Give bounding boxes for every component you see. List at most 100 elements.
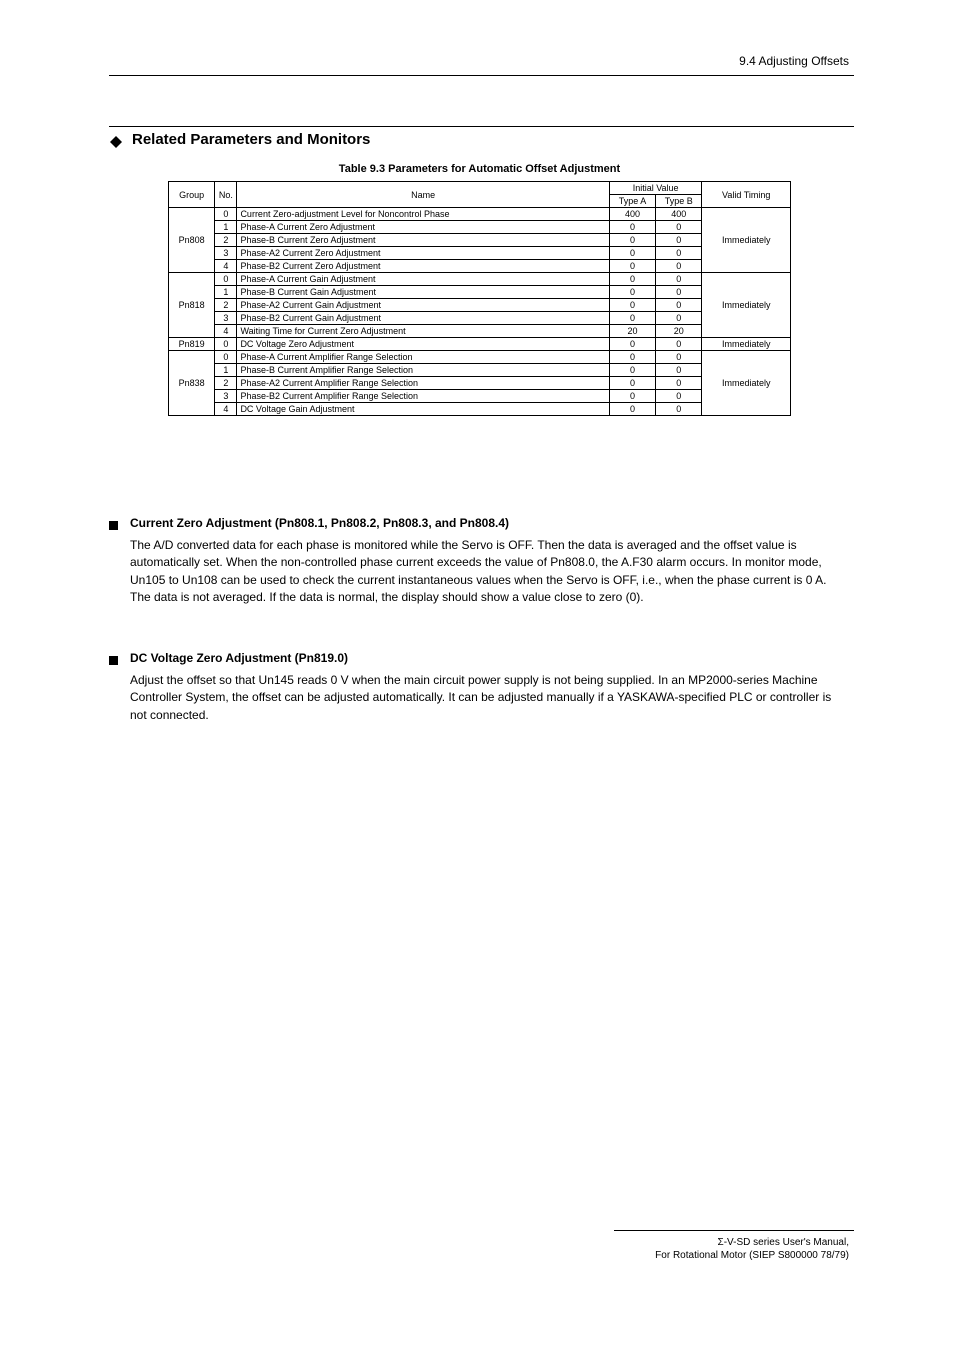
cell-init-b: 0 — [656, 364, 702, 377]
cell-no: 0 — [215, 338, 237, 351]
cell-name: Phase-A2 Current Zero Adjustment — [237, 247, 609, 260]
footer-line-2: For Rotational Motor (SIEP S800000 78/79… — [655, 1250, 849, 1261]
cell-init-b: 0 — [656, 286, 702, 299]
cell-init-b: 400 — [656, 208, 702, 221]
cell-name: Phase-B2 Current Gain Adjustment — [237, 312, 609, 325]
cell-name: Phase-A2 Current Gain Adjustment — [237, 299, 609, 312]
cell-init-a: 0 — [609, 234, 655, 247]
cell-init-b: 0 — [656, 247, 702, 260]
table-row: Pn8180Phase-A Current Gain Adjustment00I… — [169, 273, 791, 286]
subsection-body: Adjust the offset so that Un145 reads 0 … — [130, 672, 839, 724]
cell-name: Phase-B2 Current Amplifier Range Selecti… — [237, 390, 609, 403]
cell-init-a: 0 — [609, 286, 655, 299]
th-group: Group — [169, 182, 215, 208]
cell-no: 0 — [215, 351, 237, 364]
table-row: 2Phase-B Current Zero Adjustment00 — [169, 234, 791, 247]
square-bullet-icon — [109, 521, 118, 530]
cell-init-b: 0 — [656, 234, 702, 247]
th-init-a: Type A — [609, 195, 655, 208]
subsection-heading: Current Zero Adjustment (Pn808.1, Pn808.… — [130, 516, 509, 530]
cell-no: 2 — [215, 377, 237, 390]
table-row: 4Waiting Time for Current Zero Adjustmen… — [169, 325, 791, 338]
cell-no: 1 — [215, 364, 237, 377]
cell-no: 4 — [215, 325, 237, 338]
table-row: 2Phase-A2 Current Amplifier Range Select… — [169, 377, 791, 390]
cell-valid-timing: Immediately — [702, 338, 791, 351]
table-row: 4DC Voltage Gain Adjustment00 — [169, 403, 791, 416]
cell-no: 3 — [215, 312, 237, 325]
diamond-bullet-icon — [110, 136, 122, 148]
th-init-b: Type B — [656, 195, 702, 208]
cell-no: 3 — [215, 247, 237, 260]
cell-name: Phase-B Current Amplifier Range Selectio… — [237, 364, 609, 377]
th-init: Initial Value — [609, 182, 702, 195]
cell-init-b: 0 — [656, 299, 702, 312]
cell-group: Pn838 — [169, 351, 215, 416]
th-no: No. — [215, 182, 237, 208]
cell-init-a: 0 — [609, 260, 655, 273]
table-row: 3Phase-A2 Current Zero Adjustment00 — [169, 247, 791, 260]
cell-no: 4 — [215, 260, 237, 273]
cell-name: Waiting Time for Current Zero Adjustment — [237, 325, 609, 338]
cell-init-a: 0 — [609, 247, 655, 260]
cell-init-a: 20 — [609, 325, 655, 338]
cell-group: Pn818 — [169, 273, 215, 338]
cell-name: Phase-B Current Zero Adjustment — [237, 234, 609, 247]
cell-name: Phase-A Current Amplifier Range Selectio… — [237, 351, 609, 364]
cell-no: 2 — [215, 234, 237, 247]
table-row: 1Phase-B Current Amplifier Range Selecti… — [169, 364, 791, 377]
square-bullet-icon — [109, 656, 118, 665]
table-row: Pn8080Current Zero-adjustment Level for … — [169, 208, 791, 221]
parameters-table: Group No. Name Initial Value Valid Timin… — [168, 181, 791, 416]
cell-no: 1 — [215, 221, 237, 234]
section-heading: Related Parameters and Monitors — [132, 131, 370, 148]
cell-init-a: 0 — [609, 351, 655, 364]
header-section-path: 9.4 Adjusting Offsets — [739, 54, 849, 68]
cell-init-b: 0 — [656, 403, 702, 416]
top-rule — [109, 75, 854, 76]
section-rule — [109, 126, 854, 127]
cell-no: 0 — [215, 273, 237, 286]
table-row: Pn8380Phase-A Current Amplifier Range Se… — [169, 351, 791, 364]
cell-init-b: 0 — [656, 351, 702, 364]
table-row: 2Phase-A2 Current Gain Adjustment00 — [169, 299, 791, 312]
cell-init-a: 0 — [609, 273, 655, 286]
cell-init-b: 20 — [656, 325, 702, 338]
cell-no: 4 — [215, 403, 237, 416]
cell-no: 3 — [215, 390, 237, 403]
table-body: Pn8080Current Zero-adjustment Level for … — [169, 208, 791, 416]
cell-init-b: 0 — [656, 260, 702, 273]
cell-name: Phase-B2 Current Zero Adjustment — [237, 260, 609, 273]
cell-name: Phase-A Current Gain Adjustment — [237, 273, 609, 286]
cell-valid-timing: Immediately — [702, 208, 791, 273]
parameters-table-wrap: Group No. Name Initial Value Valid Timin… — [168, 181, 791, 416]
cell-init-a: 0 — [609, 364, 655, 377]
cell-name: Phase-A2 Current Amplifier Range Selecti… — [237, 377, 609, 390]
cell-init-a: 0 — [609, 299, 655, 312]
cell-name: Phase-B Current Gain Adjustment — [237, 286, 609, 299]
cell-init-b: 0 — [656, 221, 702, 234]
cell-group: Pn819 — [169, 338, 215, 351]
cell-init-b: 0 — [656, 338, 702, 351]
th-valid: Valid Timing — [702, 182, 791, 208]
table-row: 1Phase-A Current Zero Adjustment00 — [169, 221, 791, 234]
cell-init-b: 0 — [656, 390, 702, 403]
footer-line-1: Σ-V-SD series User's Manual, — [718, 1237, 849, 1248]
cell-group: Pn808 — [169, 208, 215, 273]
cell-valid-timing: Immediately — [702, 351, 791, 416]
cell-init-a: 0 — [609, 338, 655, 351]
subsection-body: The A/D converted data for each phase is… — [130, 537, 839, 607]
table-row: 1Phase-B Current Gain Adjustment00 — [169, 286, 791, 299]
cell-name: Phase-A Current Zero Adjustment — [237, 221, 609, 234]
cell-name: DC Voltage Gain Adjustment — [237, 403, 609, 416]
cell-init-a: 0 — [609, 377, 655, 390]
table-row: 4Phase-B2 Current Zero Adjustment00 — [169, 260, 791, 273]
table-header-row-1: Group No. Name Initial Value Valid Timin… — [169, 182, 791, 195]
cell-init-a: 0 — [609, 390, 655, 403]
table-row: 3Phase-B2 Current Gain Adjustment00 — [169, 312, 791, 325]
cell-init-b: 0 — [656, 312, 702, 325]
table-title: Table 9.3 Parameters for Automatic Offse… — [168, 163, 791, 175]
cell-init-a: 0 — [609, 312, 655, 325]
subsection-heading: DC Voltage Zero Adjustment (Pn819.0) — [130, 651, 348, 665]
cell-init-b: 0 — [656, 377, 702, 390]
